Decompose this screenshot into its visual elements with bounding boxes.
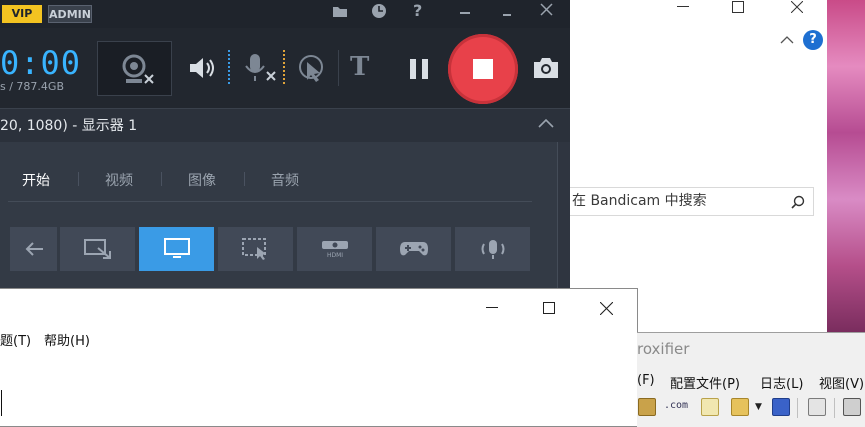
menu-item-file[interactable]: (F) [637,373,655,388]
close-button[interactable] [540,3,553,16]
tab-image[interactable]: 图像 [188,170,216,190]
help-icon[interactable]: ? [413,1,422,20]
mic-level-bar [283,50,285,86]
minimize-button[interactable] [668,0,698,14]
chevron-up-icon[interactable] [538,119,554,129]
gamepad-icon [399,242,428,256]
tab-video[interactable]: 视频 [105,170,133,190]
mode-audio[interactable] [455,227,530,271]
mode-device[interactable]: HDMI [297,227,372,271]
chevron-up-icon[interactable] [780,35,794,45]
monitor-icon [163,238,190,258]
cursor-effect-icon[interactable] [298,54,326,84]
network-icon[interactable]: .com [664,400,688,411]
recording-timer: 0:00 [0,44,82,82]
audio-mic-icon [481,240,504,259]
toolbar-divider [834,398,835,418]
stop-record-button[interactable] [448,34,518,104]
menu-item-help[interactable]: 帮助(H) [44,330,90,349]
clipboard-icon[interactable] [808,398,826,416]
help-icon[interactable]: ? [803,30,823,50]
webcam-toggle[interactable] [97,41,172,96]
dropdown-arrow-icon[interactable]: ▼ [755,402,762,412]
bandicam-titlebar: VIP ADMIN ? [0,0,570,28]
camera-icon[interactable] [532,56,560,80]
search-placeholder: 在 Bandicam 中搜索 [572,193,707,209]
select-area-icon [241,238,266,260]
notepad-window [0,288,638,427]
vip-badge: VIP [2,5,42,23]
hdmi-icon: HDMI [321,241,348,258]
source-label: 20, 1080) - 显示器 1 [0,118,138,134]
menu-item-view[interactable]: 视图(V) [819,373,864,392]
text-overlay-icon[interactable]: T [350,52,369,82]
mode-rectangle-area[interactable] [60,227,135,271]
stop-icon [473,59,493,79]
storage-readout: s / 787.4GB [0,80,64,93]
pause-icon[interactable] [408,57,430,81]
search-input[interactable]: 在 Bandicam 中搜索 [566,187,814,216]
desktop-wallpaper [827,0,865,332]
tab-divider [161,172,162,186]
close-button[interactable] [579,289,634,327]
mode-game[interactable] [376,227,451,271]
window-title: roxifier [637,340,690,358]
arrow-left-icon [25,242,43,256]
menu-item-profile[interactable]: 配置文件(P) [670,373,740,392]
menu-item-log[interactable]: 日志(L) [760,373,803,392]
admin-badge: ADMIN [48,5,92,23]
toolbar-divider [338,50,339,86]
back-button[interactable] [10,227,57,271]
tab-divider [244,172,245,186]
rectangle-area-icon [83,239,111,259]
new-profile-icon[interactable] [701,398,719,416]
printer-icon[interactable] [843,398,861,416]
tab-divider [78,172,79,186]
tab-audio[interactable]: 音频 [271,170,299,190]
maximize-button[interactable] [521,289,576,327]
clock-icon[interactable] [371,3,387,19]
mode-around-mouse[interactable] [218,227,293,271]
close-button[interactable] [782,0,812,14]
minimize-button[interactable] [460,12,470,15]
source-bar[interactable]: 20, 1080) - 显示器 1 [0,108,570,142]
microphone-icon[interactable] [240,52,280,86]
text-caret [1,390,2,416]
folder-icon[interactable] [332,4,348,18]
maximize-button[interactable] [723,0,753,14]
svg-text:HDMI: HDMI [326,252,342,258]
toolbar-divider [797,398,798,418]
webcam-icon [122,54,154,84]
mode-fullscreen[interactable] [139,227,214,271]
panel-divider [8,201,532,202]
menu-item-topic[interactable]: 题(T) [0,330,31,349]
tab-start[interactable]: 开始 [22,170,50,190]
open-icon[interactable] [638,398,656,416]
minimize-button[interactable] [464,289,519,327]
volume-level-bar [228,50,230,86]
collapse-chevron-icon[interactable] [501,8,513,18]
search-icon [791,195,805,209]
save-icon[interactable] [772,398,790,416]
speaker-icon[interactable] [188,56,216,80]
folder-icon[interactable] [731,398,749,416]
